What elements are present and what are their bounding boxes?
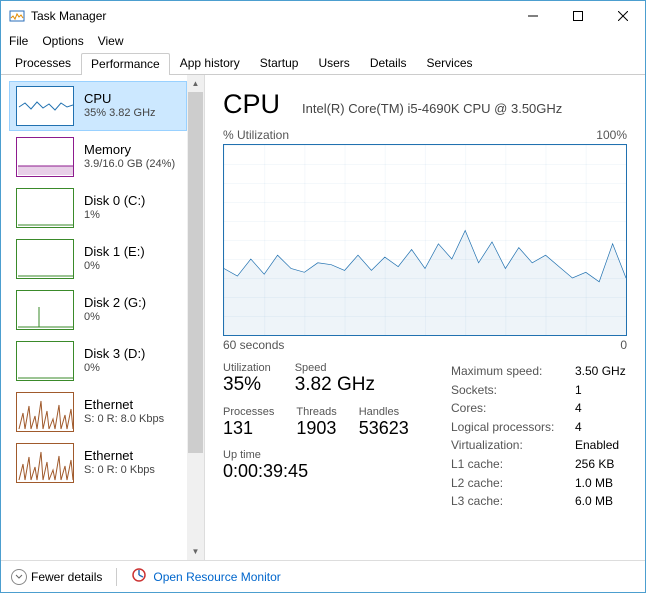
stats-right: Maximum speed:3.50 GHzSockets:1Cores:4Lo… [451,362,627,511]
minimize-button[interactable] [510,1,555,31]
menu-view[interactable]: View [98,34,124,48]
task-manager-window: Task Manager File Options View Processes… [0,0,646,593]
tab-startup[interactable]: Startup [250,52,309,74]
sidebar-thumbnail [16,443,74,483]
tab-performance[interactable]: Performance [81,53,170,75]
sidebar-item-label: CPU [84,91,156,107]
sidebar-item-label: Memory [84,142,175,158]
chart-bottom-labels: 60 seconds 0 [223,338,627,352]
tab-services[interactable]: Services [417,52,483,74]
chart-x-right: 0 [620,338,627,352]
sidebar-item-disk-0-c-[interactable]: Disk 0 (C:)1% [9,183,187,233]
sidebar-thumbnail [16,290,74,330]
sidebar-scrollbar[interactable]: ▲ ▼ [187,75,204,560]
stat-speed: Speed 3.82 GHz [295,362,375,396]
sidebar-thumbnail [16,188,74,228]
sidebar-thumbnail [16,239,74,279]
tab-app-history[interactable]: App history [170,52,250,74]
stat-row: Maximum speed:3.50 GHz [451,362,627,381]
sidebar-item-sublabel: 1% [84,209,145,223]
menu-options[interactable]: Options [42,34,83,48]
sidebar-item-memory[interactable]: Memory3.9/16.0 GB (24%) [9,132,187,182]
app-icon [9,8,25,24]
chart-y-max: 100% [596,128,627,142]
tab-details[interactable]: Details [360,52,417,74]
sidebar-item-sublabel: S: 0 R: 0 Kbps [84,464,155,478]
chart-top-labels: % Utilization 100% [223,128,627,142]
sidebar-item-sublabel: 35% 3.82 GHz [84,107,156,121]
stats-left: Utilization 35% Speed 3.82 GHz Processes… [223,362,431,511]
stat-threads: Threads 1903 [296,406,336,439]
sidebar-thumbnail [16,392,74,432]
divider [116,568,117,586]
sidebar-item-sublabel: 3.9/16.0 GB (24%) [84,158,175,172]
window-title: Task Manager [31,9,106,23]
cpu-description: Intel(R) Core(TM) i5-4690K CPU @ 3.50GHz [302,101,562,116]
chevron-down-icon [11,569,27,585]
scroll-up-arrow-icon[interactable]: ▲ [187,75,204,92]
footer: Fewer details Open Resource Monitor [1,560,645,592]
sidebar-item-disk-2-g-[interactable]: Disk 2 (G:)0% [9,285,187,335]
cpu-usage-chart[interactable] [223,144,627,336]
stat-uptime: Up time 0:00:39:45 [223,449,431,482]
sidebar-item-sublabel: 0% [84,260,145,274]
sidebar-item-cpu[interactable]: CPU35% 3.82 GHz [9,81,187,131]
sidebar-item-label: Ethernet [84,448,155,464]
menu-file[interactable]: File [9,34,28,48]
menubar: File Options View [1,31,645,51]
stat-row: Virtualization:Enabled [451,436,627,455]
scroll-down-arrow-icon[interactable]: ▼ [187,543,204,560]
sidebar-item-disk-1-e-[interactable]: Disk 1 (E:)0% [9,234,187,284]
chart-x-left: 60 seconds [223,338,284,352]
sidebar-item-disk-3-d-[interactable]: Disk 3 (D:)0% [9,336,187,386]
stat-row: Logical processors:4 [451,418,627,437]
body-area: CPU35% 3.82 GHzMemory3.9/16.0 GB (24%)Di… [1,75,645,560]
tab-processes[interactable]: Processes [5,52,81,74]
sidebar: CPU35% 3.82 GHzMemory3.9/16.0 GB (24%)Di… [1,75,187,560]
resmon-icon [131,567,147,586]
sidebar-thumbnail [16,137,74,177]
tab-users[interactable]: Users [308,52,359,74]
stat-row: Sockets:1 [451,381,627,400]
sidebar-thumbnail [16,86,74,126]
titlebar[interactable]: Task Manager [1,1,645,31]
main-header: CPU Intel(R) Core(TM) i5-4690K CPU @ 3.5… [223,89,627,120]
sidebar-item-sublabel: 0% [84,311,146,325]
chart-y-label: % Utilization [223,128,289,142]
main-panel: CPU Intel(R) Core(TM) i5-4690K CPU @ 3.5… [205,75,645,560]
stats-grid: Utilization 35% Speed 3.82 GHz Processes… [223,362,627,511]
sidebar-thumbnail [16,341,74,381]
sidebar-item-sublabel: 0% [84,362,145,376]
stat-row: Cores:4 [451,399,627,418]
sidebar-item-label: Disk 0 (C:) [84,193,145,209]
sidebar-item-label: Disk 3 (D:) [84,346,145,362]
stat-row: L3 cache:6.0 MB [451,492,627,511]
open-resource-monitor-link[interactable]: Open Resource Monitor [131,567,280,586]
page-title: CPU [223,89,280,120]
scroll-track[interactable] [187,92,204,543]
sidebar-item-sublabel: S: 0 R: 8.0 Kbps [84,413,164,427]
sidebar-item-ethernet[interactable]: EthernetS: 0 R: 0 Kbps [9,438,187,488]
scroll-thumb[interactable] [188,92,203,453]
stat-utilization: Utilization 35% [223,362,271,396]
maximize-button[interactable] [555,1,600,31]
sidebar-wrap: CPU35% 3.82 GHzMemory3.9/16.0 GB (24%)Di… [1,75,205,560]
stat-handles: Handles 53623 [359,406,409,439]
stat-row: L2 cache:1.0 MB [451,474,627,493]
sidebar-item-label: Disk 1 (E:) [84,244,145,260]
tabs-row: Processes Performance App history Startu… [1,51,645,75]
sidebar-item-ethernet[interactable]: EthernetS: 0 R: 8.0 Kbps [9,387,187,437]
sidebar-item-label: Ethernet [84,397,164,413]
close-button[interactable] [600,1,645,31]
sidebar-item-label: Disk 2 (G:) [84,295,146,311]
stat-row: L1 cache:256 KB [451,455,627,474]
fewer-details-button[interactable]: Fewer details [11,569,102,585]
stat-processes: Processes 131 [223,406,274,439]
